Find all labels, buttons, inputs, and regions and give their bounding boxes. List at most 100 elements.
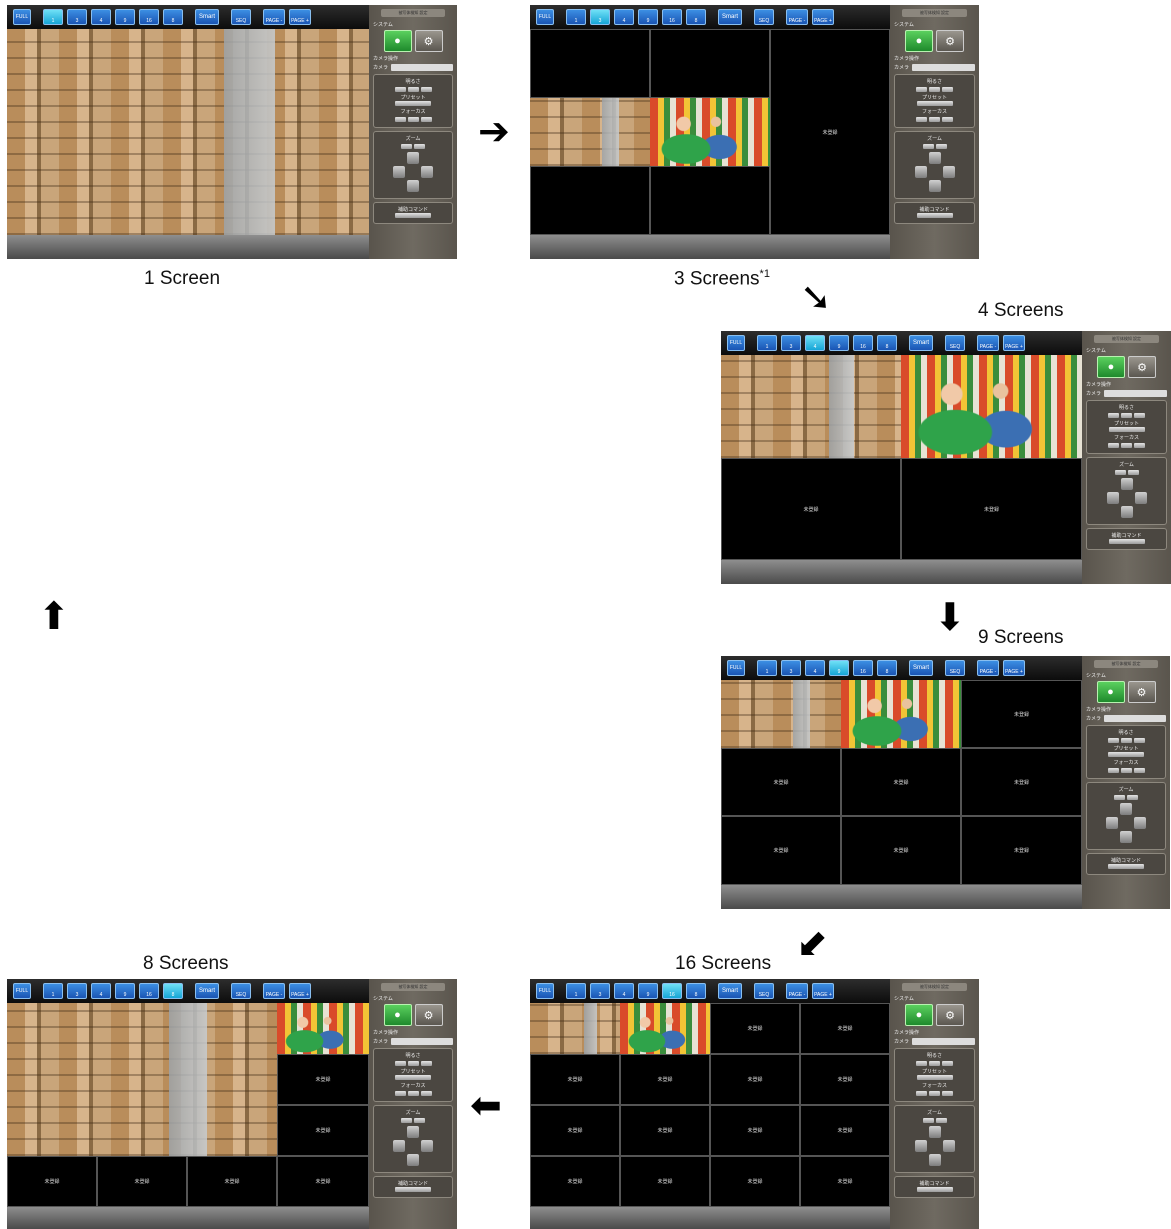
unregistered-cell[interactable]: 未登録 (620, 1105, 710, 1156)
unregistered-cell[interactable]: 未登録 (710, 1003, 800, 1054)
unregistered-cell[interactable]: 未登録 (7, 1156, 97, 1207)
camera-image-warehouse[interactable] (7, 1003, 277, 1156)
camera-image-store[interactable] (277, 1003, 369, 1054)
aux-command-select[interactable] (916, 1187, 953, 1192)
zoom-in-button[interactable] (1127, 470, 1139, 475)
zoom-out-button[interactable] (401, 1118, 412, 1123)
layout-1-button[interactable]: 1 (43, 9, 63, 25)
unregistered-cell[interactable]: 未登録 (961, 680, 1082, 748)
layout-1-button[interactable]: 1 (757, 335, 777, 351)
focus-far-button[interactable] (942, 117, 953, 122)
detection-settings-button[interactable]: 被写体検知 設定 (902, 9, 967, 17)
smart-button[interactable]: Smart (909, 660, 933, 676)
tilt-down-button[interactable] (407, 1154, 419, 1166)
focus-auto-button[interactable] (407, 1091, 419, 1096)
unregistered-cell[interactable]: 未登録 (841, 816, 961, 885)
gear-icon[interactable]: ⚙ (936, 1004, 964, 1026)
layout-8-button[interactable]: 8 (686, 9, 706, 25)
layout-1-button[interactable]: 1 (757, 660, 777, 676)
focus-near-button[interactable] (1107, 768, 1119, 773)
unregistered-cell[interactable]: 未登録 (620, 1156, 710, 1207)
layout-9-button[interactable]: 9 (115, 983, 135, 999)
brightness-reset-button[interactable] (1121, 413, 1132, 418)
aux-command-select[interactable] (916, 213, 953, 218)
brightness-down-button[interactable] (394, 1061, 406, 1066)
layout-8-button[interactable]: 8 (163, 983, 183, 999)
brightness-up-button[interactable] (420, 87, 432, 92)
gear-icon[interactable]: ⚙ (1127, 681, 1156, 703)
layout-8-button[interactable]: 8 (877, 335, 897, 351)
zoom-in-button[interactable] (414, 1118, 425, 1123)
tilt-up-button[interactable] (928, 1126, 941, 1138)
tilt-up-button[interactable] (1120, 478, 1133, 490)
camera-select[interactable] (1104, 390, 1167, 397)
tilt-down-button[interactable] (407, 180, 419, 192)
tilt-down-button[interactable] (1120, 831, 1132, 843)
tilt-up-button[interactable] (407, 1126, 419, 1138)
zoom-out-button[interactable] (922, 1118, 934, 1123)
seq-button[interactable]: SEQ (754, 983, 774, 999)
full-button[interactable]: FULL (727, 660, 745, 676)
pan-left-button[interactable] (914, 166, 927, 178)
person-icon[interactable]: ● (905, 30, 933, 52)
pan-right-button[interactable] (1134, 817, 1146, 829)
brightness-down-button[interactable] (1108, 413, 1119, 418)
seq-button[interactable]: SEQ (945, 660, 965, 676)
pan-right-button[interactable] (1134, 492, 1147, 504)
focus-auto-button[interactable] (929, 117, 940, 122)
camera-select[interactable] (391, 64, 453, 71)
layout-1-button[interactable]: 1 (566, 983, 586, 999)
pan-right-button[interactable] (421, 1140, 433, 1152)
smart-button[interactable]: Smart (718, 983, 742, 999)
focus-far-button[interactable] (1133, 768, 1145, 773)
brightness-reset-button[interactable] (407, 1061, 419, 1066)
camera-image-warehouse[interactable] (721, 680, 841, 748)
focus-auto-button[interactable] (1121, 443, 1132, 448)
layout-4-button[interactable]: 4 (614, 983, 634, 999)
focus-near-button[interactable] (916, 1091, 927, 1096)
full-button[interactable]: FULL (727, 335, 745, 351)
layout-9-button[interactable]: 9 (638, 9, 658, 25)
camera-image-store[interactable] (650, 98, 770, 166)
layout-3-button[interactable]: 3 (67, 9, 87, 25)
layout-9-button[interactable]: 9 (115, 9, 135, 25)
tilt-up-button[interactable] (928, 152, 941, 164)
tilt-up-button[interactable] (407, 152, 419, 164)
unregistered-cell[interactable]: 未登録 (530, 1156, 620, 1207)
camera-select[interactable] (1104, 715, 1166, 722)
smart-button[interactable]: Smart (195, 9, 219, 25)
camera-image-store[interactable] (901, 355, 1082, 458)
aux-command-select[interactable] (1108, 864, 1144, 869)
focus-auto-button[interactable] (929, 1091, 940, 1096)
zoom-out-button[interactable] (1114, 470, 1126, 475)
layout-1-button[interactable]: 1 (566, 9, 586, 25)
seq-button[interactable]: SEQ (945, 335, 965, 351)
layout-9-button[interactable]: 9 (638, 983, 658, 999)
tilt-down-button[interactable] (928, 1154, 941, 1166)
zoom-out-button[interactable] (401, 144, 412, 149)
page-next-button[interactable]: PAGE + (812, 9, 834, 25)
unregistered-cell[interactable]: 未登録 (721, 748, 841, 816)
camera-image-store[interactable] (841, 680, 961, 748)
camera-image-warehouse[interactable] (721, 355, 901, 458)
aux-command-select[interactable] (395, 213, 431, 218)
zoom-in-button[interactable] (414, 144, 425, 149)
page-next-button[interactable]: PAGE + (812, 983, 834, 999)
zoom-in-button[interactable] (1127, 795, 1138, 800)
page-prev-button[interactable]: PAGE - (263, 9, 285, 25)
layout-3-button[interactable]: 3 (67, 983, 87, 999)
detection-settings-button[interactable]: 被写体検知 設定 (381, 983, 445, 991)
video-cell[interactable] (650, 29, 770, 98)
brightness-down-button[interactable] (916, 87, 927, 92)
gear-icon[interactable]: ⚙ (936, 30, 964, 52)
layout-3-button[interactable]: 3 (781, 660, 801, 676)
focus-near-button[interactable] (394, 117, 406, 122)
focus-far-button[interactable] (942, 1091, 953, 1096)
unregistered-cell[interactable]: 未登録 (277, 1105, 369, 1156)
layout-9-button[interactable]: 9 (829, 335, 849, 351)
gear-icon[interactable]: ⚙ (414, 1004, 443, 1026)
smart-button[interactable]: Smart (718, 9, 742, 25)
pan-right-button[interactable] (942, 166, 955, 178)
full-button[interactable]: FULL (536, 9, 554, 25)
brightness-down-button[interactable] (394, 87, 406, 92)
